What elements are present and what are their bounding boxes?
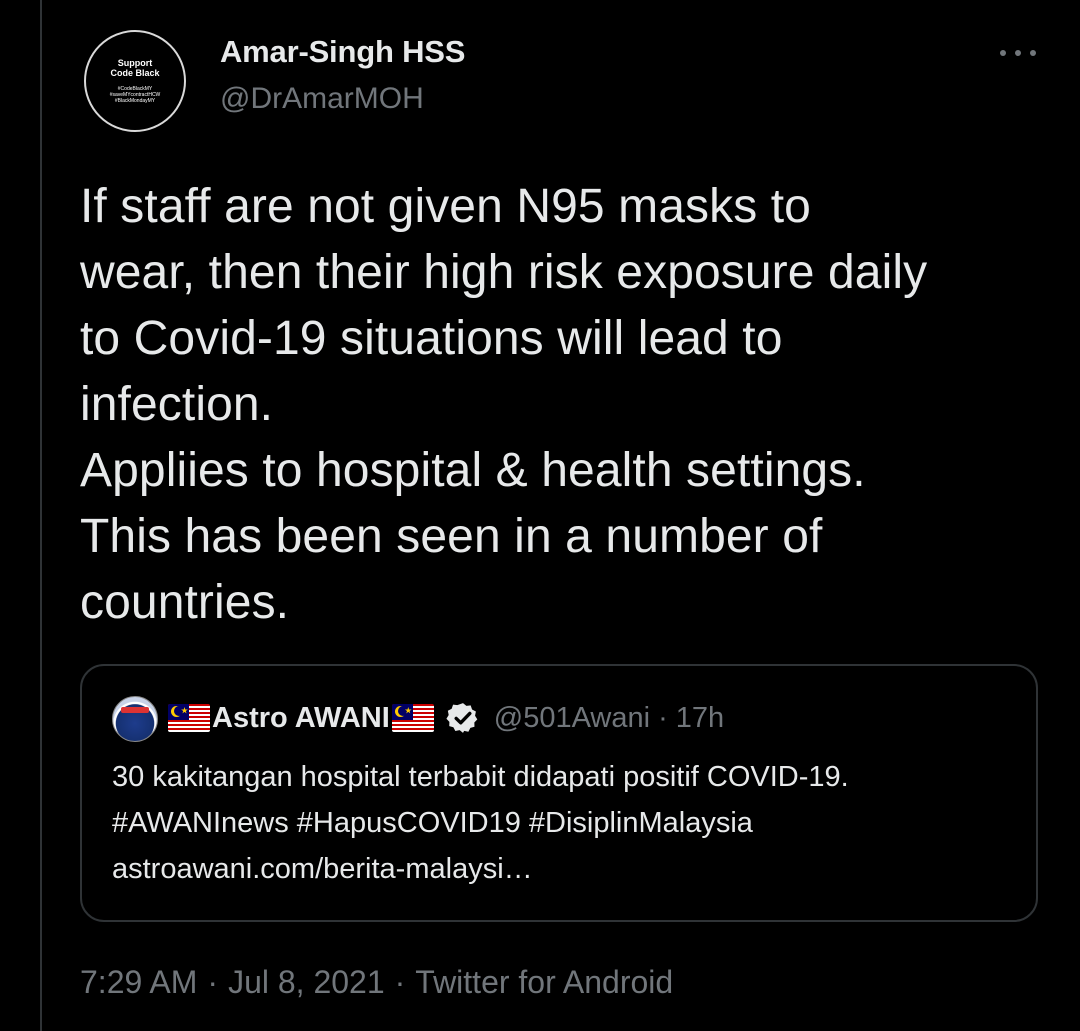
quoted-tweet-text: 30 kakitangan hospital terbabit didapati… — [112, 754, 1022, 892]
quoted-link[interactable]: astroawani.com/berita-malaysi… — [112, 846, 1022, 892]
more-horizontal-icon — [1015, 50, 1021, 56]
author-handle[interactable]: @DrAmarMOH — [220, 82, 424, 116]
separator-dot: · — [207, 964, 219, 1000]
tweet-time[interactable]: 7:29 AM — [80, 964, 197, 1000]
separator-dot: · — [394, 964, 406, 1000]
quoted-author-avatar[interactable] — [112, 696, 158, 742]
quoted-tweet-card[interactable]: Astro AWANI @501Awani · 17h 30 kakitanga… — [80, 664, 1038, 922]
author-display-name[interactable]: Amar-Singh HSS — [220, 34, 465, 70]
more-horizontal-icon — [1030, 50, 1036, 56]
quoted-tweet-header: Astro AWANI @501Awani · 17h — [168, 698, 724, 738]
quoted-text-line: 30 kakitangan hospital terbabit didapati… — [112, 761, 849, 793]
verified-badge-icon — [446, 703, 478, 733]
timeline-divider — [40, 0, 42, 1031]
more-horizontal-icon — [1000, 50, 1006, 56]
avatar-banner-icon — [121, 707, 149, 713]
tweet-text: If staff are not given N95 masks to wear… — [80, 180, 928, 629]
malaysia-flag-icon — [168, 704, 210, 732]
avatar-text-line1: Support — [117, 58, 153, 68]
avatar-tag: #BlackMondayMY — [114, 98, 156, 104]
quoted-author-handle[interactable]: @501Awani — [494, 702, 650, 735]
quoted-timestamp[interactable]: 17h — [676, 702, 724, 735]
tweet-meta: 7:29 AM · Jul 8, 2021 · Twitter for Android — [80, 964, 673, 1001]
quoted-author-name[interactable]: Astro AWANI — [212, 702, 390, 735]
malaysia-flag-icon — [391, 704, 434, 732]
more-options-button[interactable] — [1000, 38, 1036, 68]
tweet-date[interactable]: Jul 8, 2021 — [228, 964, 385, 1000]
tweet-source[interactable]: Twitter for Android — [415, 964, 673, 1000]
author-avatar[interactable]: Support Code Black #CodeBlackMY #saveMYc… — [84, 30, 186, 132]
avatar-text-line2: Code Black — [110, 68, 160, 78]
separator-dot: · — [658, 701, 668, 734]
quoted-hashtags[interactable]: #AWANInews #HapusCOVID19 #DisiplinMalays… — [112, 800, 1022, 846]
